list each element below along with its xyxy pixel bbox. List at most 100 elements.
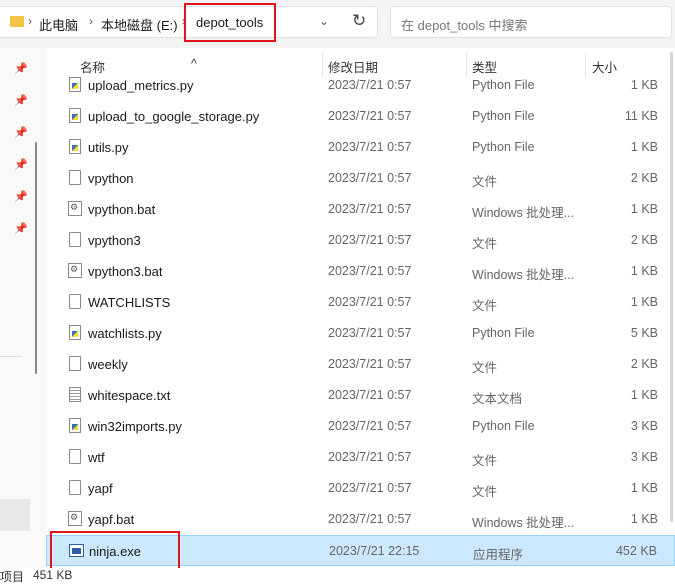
file-row[interactable]: vpython.bat 2023/7/21 0:57 Windows 批处理... 1… xyxy=(46,194,675,225)
breadcrumb-local-disk[interactable]: 本地磁盘 (E:) xyxy=(101,15,178,34)
file-date: 2023/7/21 0:57 xyxy=(328,295,412,309)
file-date: 2023/7/21 0:57 xyxy=(328,202,412,216)
breadcrumb-separator-icon: › xyxy=(89,14,93,28)
file-date: 2023/7/21 0:57 xyxy=(328,450,412,464)
file-size: 1 KB xyxy=(630,140,658,154)
file-date: 2023/7/21 0:57 xyxy=(328,140,412,154)
file-row[interactable]: yapf 2023/7/21 0:57 文件 1 KB xyxy=(46,473,675,504)
file-icon xyxy=(69,356,81,371)
pin-icon[interactable]: 📌 xyxy=(14,126,28,139)
file-row[interactable]: vpython3 2023/7/21 0:57 文件 2 KB xyxy=(46,225,675,256)
text-file-icon xyxy=(69,387,81,402)
file-size: 2 KB xyxy=(630,357,658,371)
navigation-scrollbar[interactable] xyxy=(35,142,37,374)
folder-icon xyxy=(10,16,24,27)
file-name: whitespace.txt xyxy=(88,388,171,403)
navigation-selected-item[interactable] xyxy=(0,499,30,531)
file-name: WATCHLISTS xyxy=(88,295,171,310)
file-name: upload_to_google_storage.py xyxy=(88,109,260,124)
file-name: vpython.bat xyxy=(88,202,156,217)
file-size: 3 KB xyxy=(630,419,658,433)
refresh-icon[interactable]: ↻ xyxy=(352,11,366,31)
file-row[interactable]: upload_metrics.py 2023/7/21 0:57 Python Fi… xyxy=(46,70,675,101)
file-row[interactable]: watchlists.py 2023/7/21 0:57 Python File 5 … xyxy=(46,318,675,349)
file-type: 文本文档 xyxy=(472,392,523,406)
file-date: 2023/7/21 0:57 xyxy=(328,512,412,526)
search-box[interactable]: 在 depot_tools 中搜索 xyxy=(390,6,672,38)
file-icon xyxy=(69,480,81,495)
file-size: 1 KB xyxy=(630,388,658,402)
highlight-box-ninja-exe xyxy=(50,531,180,570)
breadcrumb-this-pc[interactable]: 此电脑 xyxy=(39,15,78,34)
file-date: 2023/7/21 0:57 xyxy=(328,78,412,92)
file-size: 2 KB xyxy=(630,233,658,247)
file-row[interactable]: WATCHLISTS 2023/7/21 0:57 文件 1 KB xyxy=(46,287,675,318)
file-type: 文件 xyxy=(472,361,498,375)
file-date: 2023/7/21 0:57 xyxy=(328,264,412,278)
toolbar: › 此电脑 › 本地磁盘 (E:) › depot_tools ⌄ ↻ 在 de… xyxy=(0,0,675,48)
status-item-count: 项目 xyxy=(0,570,25,584)
file-name: weekly xyxy=(88,357,128,372)
file-row[interactable]: utils.py 2023/7/21 0:57 Python File 1 KB xyxy=(46,132,675,163)
file-name: wtf xyxy=(88,450,105,465)
file-size: 1 KB xyxy=(630,264,658,278)
file-type: 应用程序 xyxy=(473,548,524,562)
file-type: Python File xyxy=(472,419,535,433)
status-bar: 项目 451 KB xyxy=(0,568,675,585)
file-row[interactable]: wtf 2023/7/21 0:57 文件 3 KB xyxy=(46,442,675,473)
file-type: Python File xyxy=(472,140,535,154)
python-file-icon xyxy=(69,325,81,340)
pin-icon[interactable]: 📌 xyxy=(14,94,28,107)
python-file-icon xyxy=(69,77,81,92)
file-date: 2023/7/21 0:57 xyxy=(328,171,412,185)
vertical-scrollbar[interactable] xyxy=(670,52,673,522)
python-file-icon xyxy=(69,418,81,433)
file-row[interactable]: win32imports.py 2023/7/21 0:57 Python File… xyxy=(46,411,675,442)
python-file-icon xyxy=(69,139,81,154)
sort-ascending-icon: ^ xyxy=(191,57,197,71)
file-row[interactable]: weekly 2023/7/21 0:57 文件 2 KB xyxy=(46,349,675,380)
file-type: Windows 批处理... xyxy=(472,516,575,530)
file-type: Windows 批处理... xyxy=(472,268,575,282)
pin-icon[interactable]: 📌 xyxy=(14,190,28,203)
search-input[interactable]: 在 depot_tools 中搜索 xyxy=(401,15,527,34)
file-name: yapf.bat xyxy=(88,512,135,527)
file-size: 1 KB xyxy=(630,512,658,526)
file-row[interactable]: vpython3.bat 2023/7/21 0:57 Windows 批处理...… xyxy=(46,256,675,287)
file-size: 3 KB xyxy=(630,450,658,464)
file-date: 2023/7/21 0:57 xyxy=(328,481,412,495)
file-type: 文件 xyxy=(472,237,498,251)
status-selection-size: 451 KB xyxy=(33,568,73,582)
file-row[interactable]: upload_to_google_storage.py 2023/7/21 0:5… xyxy=(46,101,675,132)
file-list: ^ 名称 修改日期 类型 大小 upload_metrics.py 2023/7/… xyxy=(46,48,675,570)
file-date: 2023/7/21 0:57 xyxy=(328,357,412,371)
file-icon xyxy=(69,449,81,464)
python-file-icon xyxy=(69,108,81,123)
file-icon xyxy=(69,232,81,247)
batch-file-icon xyxy=(68,263,82,278)
address-dropdown-icon[interactable]: ⌄ xyxy=(319,14,329,28)
file-size: 5 KB xyxy=(630,326,658,340)
file-row[interactable]: whitespace.txt 2023/7/21 0:57 文本文档 1 KB xyxy=(46,380,675,411)
pin-icon[interactable]: 📌 xyxy=(14,62,28,75)
file-row[interactable]: vpython 2023/7/21 0:57 文件 2 KB xyxy=(46,163,675,194)
file-name: win32imports.py xyxy=(88,419,182,434)
file-name: upload_metrics.py xyxy=(88,78,194,93)
breadcrumb-separator-icon: › xyxy=(28,14,32,28)
file-name: watchlists.py xyxy=(88,326,162,341)
file-date: 2023/7/21 0:57 xyxy=(328,109,412,123)
pin-icon[interactable]: 📌 xyxy=(14,158,28,171)
navigation-pane: 📌 📌 📌 📌 📌 📌 xyxy=(0,48,46,568)
file-date: 2023/7/21 0:57 xyxy=(328,326,412,340)
file-type: Python File xyxy=(472,78,535,92)
file-icon xyxy=(69,294,81,309)
file-size: 1 KB xyxy=(630,295,658,309)
file-name: vpython3.bat xyxy=(88,264,163,279)
file-date: 2023/7/21 0:57 xyxy=(328,419,412,433)
file-date: 2023/7/21 0:57 xyxy=(328,233,412,247)
pin-icon[interactable]: 📌 xyxy=(14,222,28,235)
file-type: 文件 xyxy=(472,485,498,499)
file-date: 2023/7/21 22:15 xyxy=(329,544,420,558)
file-date: 2023/7/21 0:57 xyxy=(328,388,412,402)
file-name: utils.py xyxy=(88,140,129,155)
